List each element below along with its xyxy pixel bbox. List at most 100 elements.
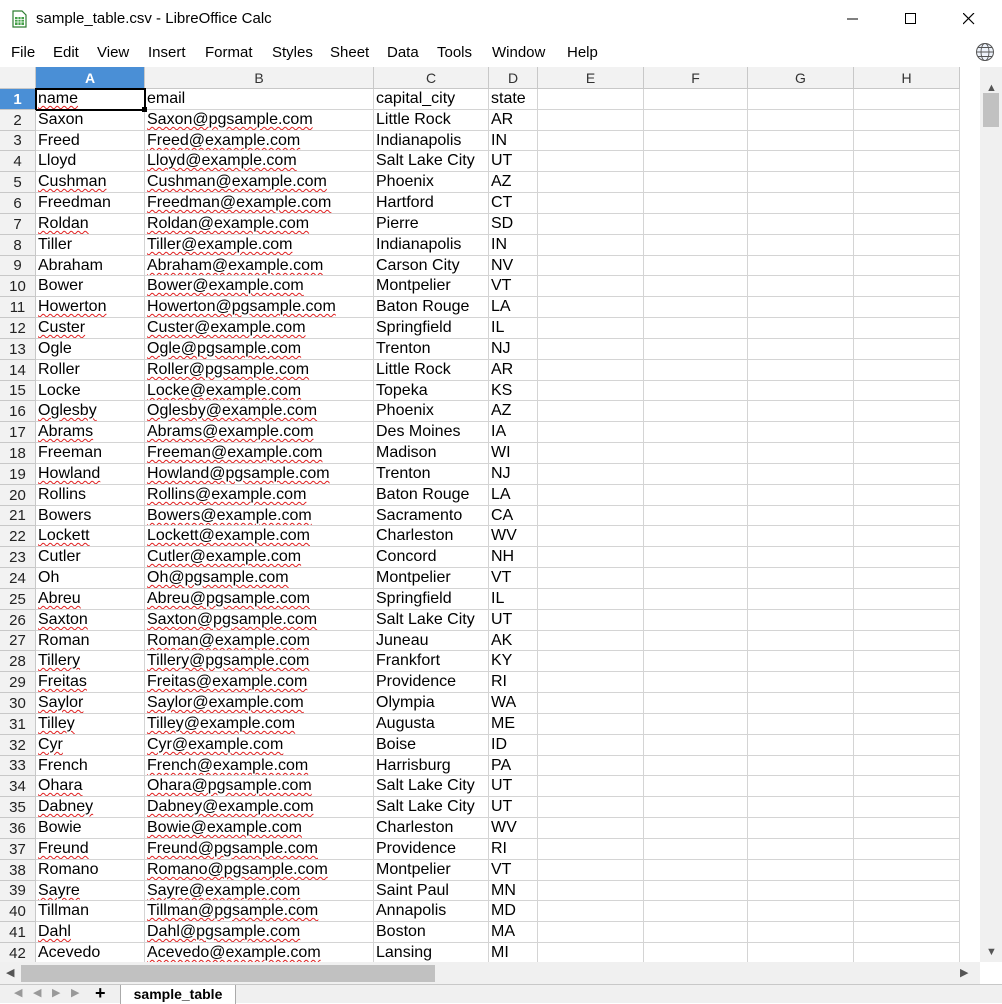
cell-empty[interactable] xyxy=(538,110,644,131)
add-sheet-icon[interactable]: + xyxy=(95,983,106,1004)
cell-empty[interactable] xyxy=(538,443,644,464)
cell-empty[interactable] xyxy=(644,651,748,672)
scroll-down-icon[interactable]: ▼ xyxy=(986,946,997,958)
cell-name[interactable]: Bower xyxy=(36,276,145,297)
cell-email[interactable]: Dahl@pgsample.com xyxy=(145,922,374,943)
cell-email[interactable]: Freeman@example.com xyxy=(145,443,374,464)
cell-empty[interactable] xyxy=(748,756,854,776)
cell-empty[interactable] xyxy=(538,276,644,297)
cell-state[interactable]: SD xyxy=(489,214,538,235)
cell-state[interactable]: LA xyxy=(489,485,538,506)
cell-empty[interactable] xyxy=(538,568,644,589)
cell-empty[interactable] xyxy=(644,943,748,962)
cell-capital-city[interactable]: Concord xyxy=(374,547,489,568)
cell-state[interactable]: UT xyxy=(489,776,538,797)
cell-empty[interactable] xyxy=(748,318,854,339)
row-header[interactable]: 40 xyxy=(0,901,36,922)
cell-state[interactable]: IL xyxy=(489,589,538,610)
row-header[interactable]: 25 xyxy=(0,589,36,610)
cell-name[interactable]: Saxton xyxy=(36,610,145,631)
cell-empty[interactable] xyxy=(854,381,960,401)
spreadsheet-grid[interactable]: ABCDEFGH1nameemailcapital_citystate2Saxo… xyxy=(0,67,980,962)
cell-empty[interactable] xyxy=(748,131,854,151)
prev-sheet-icon[interactable]: ◀ xyxy=(33,986,41,999)
cell-empty[interactable] xyxy=(644,672,748,693)
cell-empty[interactable] xyxy=(748,422,854,443)
cell-empty[interactable] xyxy=(748,839,854,860)
cell-name[interactable]: Tillman xyxy=(36,901,145,922)
cell-empty[interactable] xyxy=(854,318,960,339)
cell-empty[interactable] xyxy=(644,89,748,110)
cell-empty[interactable] xyxy=(748,547,854,568)
menu-tools[interactable]: Tools xyxy=(437,44,472,61)
cell-capital-city[interactable]: Providence xyxy=(374,672,489,693)
cell-empty[interactable] xyxy=(854,401,960,422)
cell-empty[interactable] xyxy=(644,360,748,381)
cell-capital-city[interactable]: Montpelier xyxy=(374,568,489,589)
cell-name[interactable]: Tillery xyxy=(36,651,145,672)
cell-name[interactable]: Rollins xyxy=(36,485,145,506)
cell-empty[interactable] xyxy=(748,381,854,401)
cell-empty[interactable] xyxy=(644,922,748,943)
cell-email[interactable]: Howland@pgsample.com xyxy=(145,464,374,485)
cell-empty[interactable] xyxy=(644,547,748,568)
cell-state[interactable]: KY xyxy=(489,651,538,672)
vertical-scrollbar[interactable] xyxy=(980,67,1002,962)
cell-empty[interactable] xyxy=(644,297,748,318)
cell-empty[interactable] xyxy=(748,193,854,214)
cell-empty[interactable] xyxy=(644,735,748,756)
row-header[interactable]: 18 xyxy=(0,443,36,464)
cell-empty[interactable] xyxy=(854,422,960,443)
cell-empty[interactable] xyxy=(854,839,960,860)
cell-name[interactable]: Ohara xyxy=(36,776,145,797)
cell-capital-city[interactable]: Des Moines xyxy=(374,422,489,443)
cell-empty[interactable] xyxy=(854,714,960,735)
cell-empty[interactable] xyxy=(538,901,644,922)
cell-name[interactable]: Freed xyxy=(36,131,145,151)
cell-empty[interactable] xyxy=(854,485,960,506)
cell-empty[interactable] xyxy=(748,276,854,297)
cell-email[interactable]: Bowie@example.com xyxy=(145,818,374,839)
cell-state[interactable]: NJ xyxy=(489,464,538,485)
cell-empty[interactable] xyxy=(748,818,854,839)
cell-empty[interactable] xyxy=(854,610,960,631)
cell-state[interactable]: CA xyxy=(489,506,538,526)
cell-empty[interactable] xyxy=(854,443,960,464)
cell-email[interactable]: Tilley@example.com xyxy=(145,714,374,735)
cell-empty[interactable] xyxy=(538,526,644,547)
cell-empty[interactable] xyxy=(854,89,960,110)
cell-empty[interactable] xyxy=(644,568,748,589)
cell-state[interactable]: WV xyxy=(489,818,538,839)
cell-empty[interactable] xyxy=(854,672,960,693)
cell-empty[interactable] xyxy=(748,506,854,526)
cell-capital-city[interactable]: Phoenix xyxy=(374,401,489,422)
cell-name[interactable]: Lloyd xyxy=(36,151,145,172)
cell-empty[interactable] xyxy=(854,631,960,651)
cell-empty[interactable] xyxy=(538,256,644,276)
col-header-a[interactable]: A xyxy=(36,67,145,89)
cell-state[interactable]: WV xyxy=(489,526,538,547)
cell-empty[interactable] xyxy=(644,714,748,735)
cell-empty[interactable] xyxy=(538,943,644,962)
cell-empty[interactable] xyxy=(748,360,854,381)
col-header-d[interactable]: D xyxy=(489,67,538,89)
cell-empty[interactable] xyxy=(748,401,854,422)
row-header[interactable]: 42 xyxy=(0,943,36,962)
cell-email[interactable]: Ohara@pgsample.com xyxy=(145,776,374,797)
row-header[interactable]: 24 xyxy=(0,568,36,589)
cell-empty[interactable] xyxy=(644,631,748,651)
cell-name[interactable]: Abrams xyxy=(36,422,145,443)
cell-email[interactable]: Oglesby@example.com xyxy=(145,401,374,422)
row-header[interactable]: 34 xyxy=(0,776,36,797)
cell-capital-city[interactable]: Little Rock xyxy=(374,360,489,381)
cell-state[interactable]: VT xyxy=(489,568,538,589)
row-header[interactable]: 21 xyxy=(0,506,36,526)
row-header[interactable]: 4 xyxy=(0,151,36,172)
first-sheet-icon[interactable]: ◀ xyxy=(14,986,22,999)
cell-email[interactable]: Howerton@pgsample.com xyxy=(145,297,374,318)
cell-email[interactable]: Lockett@example.com xyxy=(145,526,374,547)
cell-email[interactable]: Roller@pgsample.com xyxy=(145,360,374,381)
cell-capital-city[interactable]: Charleston xyxy=(374,818,489,839)
cell-empty[interactable] xyxy=(748,89,854,110)
cell-email[interactable]: Abraham@example.com xyxy=(145,256,374,276)
